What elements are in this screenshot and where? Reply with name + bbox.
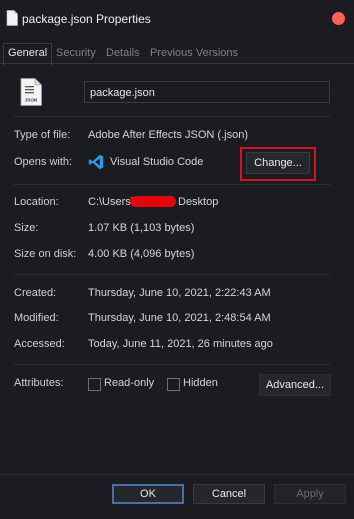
location-label: Location: xyxy=(14,196,59,208)
accessed-value: Today, June 11, 2021, 26 minutes ago xyxy=(88,338,273,350)
file-icon xyxy=(6,10,18,26)
type-label: Type of file: xyxy=(14,129,71,141)
apply-button[interactable]: Apply xyxy=(274,484,346,504)
advanced-button[interactable]: Advanced... xyxy=(259,374,331,396)
created-value: Thursday, June 10, 2021, 2:22:43 AM xyxy=(88,287,271,299)
modified-label: Modified: xyxy=(14,312,59,324)
size-on-disk-value: 4.00 KB (4,096 bytes) xyxy=(88,248,195,260)
cancel-button[interactable]: Cancel xyxy=(193,484,265,504)
attributes-label: Attributes: xyxy=(14,377,64,389)
title-bar: package.json Properties xyxy=(0,0,354,38)
tab-details[interactable]: Details xyxy=(106,44,140,64)
size-label: Size: xyxy=(14,222,39,234)
vscode-icon xyxy=(88,154,104,170)
close-button[interactable] xyxy=(332,12,345,25)
json-file-icon: JSON xyxy=(20,78,42,106)
location-suffix: Desktop xyxy=(178,196,219,208)
tab-bar: General Security Details Previous Versio… xyxy=(0,43,354,66)
separator xyxy=(14,116,330,117)
modified-value: Thursday, June 10, 2021, 2:48:54 AM xyxy=(88,312,271,324)
hidden-checkbox[interactable] xyxy=(167,378,180,391)
separator xyxy=(14,274,330,275)
change-button[interactable]: Change... xyxy=(246,152,310,174)
tab-divider xyxy=(0,63,354,64)
footer-divider xyxy=(0,474,354,475)
ok-button[interactable]: OK xyxy=(112,484,184,504)
tab-security[interactable]: Security xyxy=(56,44,96,64)
accessed-label: Accessed: xyxy=(14,338,65,350)
redaction-mark xyxy=(130,196,176,207)
separator xyxy=(14,184,330,185)
opens-with-label: Opens with: xyxy=(14,156,73,168)
file-name-field[interactable]: package.json xyxy=(84,81,330,103)
window-title: package.json Properties xyxy=(22,12,151,26)
created-label: Created: xyxy=(14,287,57,299)
svg-text:JSON: JSON xyxy=(25,98,38,103)
type-value: Adobe After Effects JSON (.json) xyxy=(88,129,248,141)
tab-previous-versions[interactable]: Previous Versions xyxy=(150,44,238,64)
readonly-label: Read-only xyxy=(104,377,155,389)
hidden-label: Hidden xyxy=(183,377,218,389)
size-value: 1.07 KB (1,103 bytes) xyxy=(88,222,195,234)
readonly-checkbox[interactable] xyxy=(88,378,101,391)
location-prefix: C:\Users\ xyxy=(88,196,134,208)
separator xyxy=(14,364,330,365)
opens-with-value: Visual Studio Code xyxy=(110,156,204,168)
size-on-disk-label: Size on disk: xyxy=(14,248,77,260)
